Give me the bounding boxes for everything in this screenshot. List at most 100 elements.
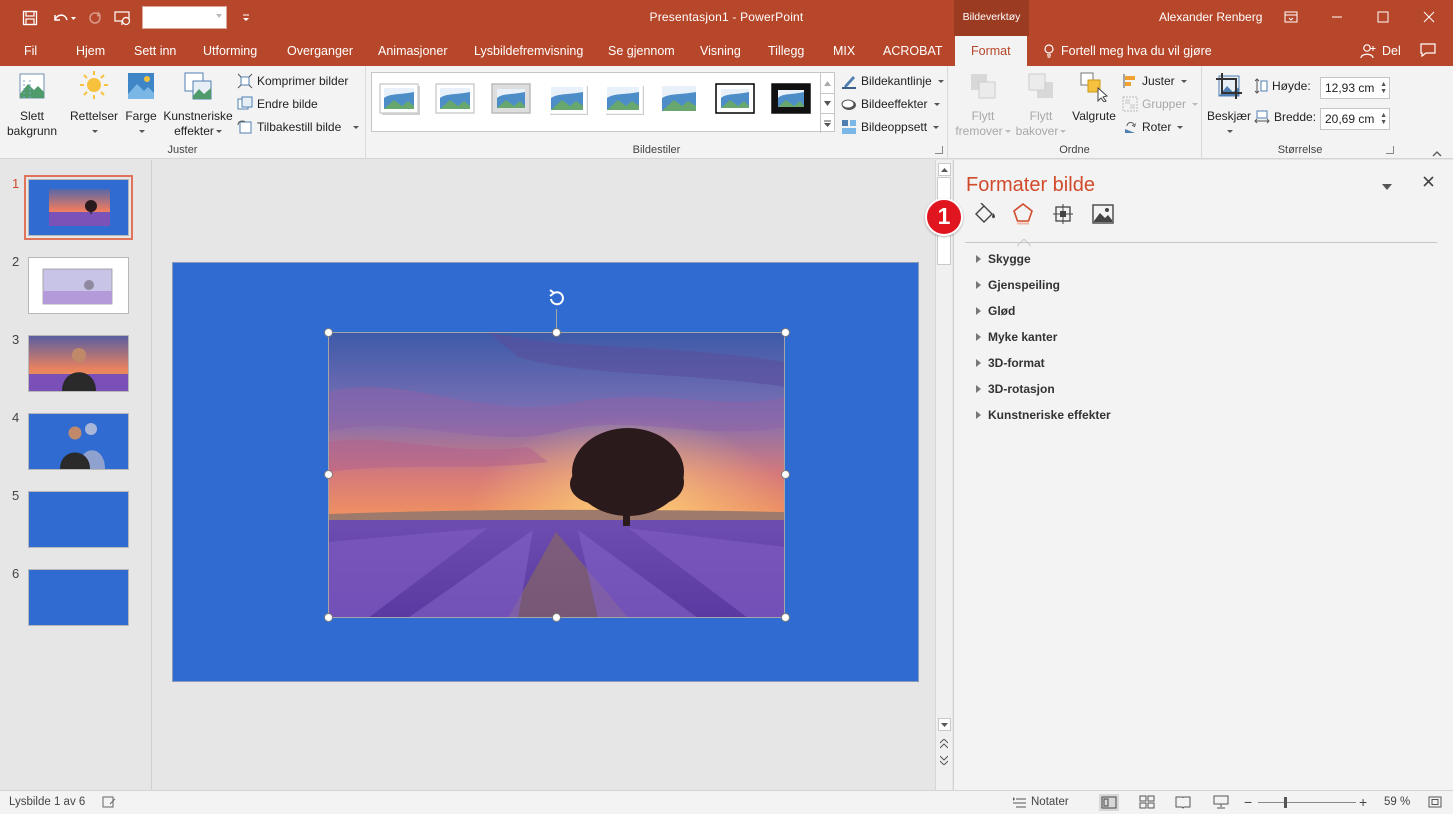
picture-style-reflected-rounded[interactable]	[547, 83, 589, 117]
pane-section[interactable]: 3D-rotasjon	[976, 382, 1055, 396]
quick-access-combobox[interactable]	[142, 6, 227, 29]
scroll-up-icon[interactable]	[938, 163, 951, 176]
reset-picture-button[interactable]: Tilbakestill bilde	[237, 119, 360, 135]
zoom-slider-thumb[interactable]	[1283, 797, 1287, 808]
resize-handle-top[interactable]	[552, 328, 561, 337]
maximize-icon[interactable]	[1360, 0, 1406, 33]
picture-style-double-frame-black[interactable]	[715, 83, 757, 117]
zoom-out-icon[interactable]: −	[1244, 794, 1252, 810]
gallery-down-icon[interactable]	[820, 93, 834, 113]
picture-styles-gallery[interactable]	[371, 72, 835, 133]
pane-section[interactable]: Kunstneriske effekter	[976, 408, 1111, 422]
resize-handle-bottom-left[interactable]	[324, 613, 333, 622]
zoom-slider[interactable]	[1258, 802, 1356, 803]
picture-tab-icon[interactable]	[1091, 202, 1115, 226]
save-icon[interactable]	[20, 8, 40, 28]
remove-background-button[interactable]: Slett bakgrunn	[4, 70, 60, 139]
tab-mix[interactable]: MIX	[833, 44, 855, 58]
slide-thumbnail-2[interactable]	[28, 257, 129, 314]
height-spinner-icon[interactable]: ▲ ▼	[1380, 81, 1387, 95]
size-properties-tab-icon[interactable]	[1051, 202, 1075, 226]
slide-thumbnail-1[interactable]	[24, 175, 133, 240]
previous-slide-icon[interactable]	[939, 738, 949, 752]
artistic-effects-button[interactable]: Kunstneriske effekter	[162, 70, 234, 139]
slide-sorter-view-icon[interactable]	[1139, 795, 1155, 809]
notes-button[interactable]: Notater	[1013, 796, 1069, 808]
resize-handle-bottom-right[interactable]	[781, 613, 790, 622]
start-from-beginning-icon[interactable]	[113, 8, 133, 28]
normal-view-icon[interactable]	[1099, 794, 1119, 811]
pane-section[interactable]: Glød	[976, 304, 1015, 318]
tab-acrobat[interactable]: ACROBAT	[883, 44, 943, 58]
corrections-button[interactable]: Rettelser	[66, 70, 122, 139]
slideshow-view-icon[interactable]	[1213, 795, 1229, 809]
ribbon-display-options-icon[interactable]	[1268, 0, 1314, 33]
selection-pane-button[interactable]: Valgrute	[1070, 70, 1118, 124]
pane-section[interactable]: 3D-format	[976, 356, 1045, 370]
user-name[interactable]: Alexander Renberg	[1159, 10, 1262, 24]
comment-icon[interactable]	[1419, 42, 1437, 61]
tab-view[interactable]: Visning	[700, 44, 741, 58]
spell-check-icon[interactable]	[102, 796, 116, 808]
picture-style-soft-edge-rectangle[interactable]	[659, 83, 701, 117]
slide-thumbnail-3[interactable]	[28, 335, 129, 392]
reading-view-icon[interactable]	[1175, 795, 1191, 809]
picture-style-reflected-bevel[interactable]	[603, 83, 645, 117]
pane-options-dropdown-icon[interactable]	[1382, 179, 1392, 193]
gallery-up-icon[interactable]	[820, 73, 834, 93]
collapse-ribbon-icon[interactable]	[1432, 146, 1442, 160]
tab-addins[interactable]: Tillegg	[768, 44, 804, 58]
tab-home[interactable]: Hjem	[76, 44, 105, 58]
picture-layout-button[interactable]: Bildeoppsett	[841, 119, 940, 135]
scroll-down-icon[interactable]	[938, 718, 951, 731]
resize-handle-bottom[interactable]	[552, 613, 561, 622]
tell-me-search[interactable]: Fortell meg hva du vil gjøre	[1043, 44, 1212, 58]
fill-line-tab-icon[interactable]	[972, 202, 996, 226]
rotate-button[interactable]: Roter	[1122, 119, 1184, 135]
align-button[interactable]: Juster	[1122, 73, 1187, 89]
minimize-icon[interactable]	[1314, 0, 1360, 33]
tab-design[interactable]: Utforming	[203, 44, 257, 58]
picture-style-thick-matte-black[interactable]	[771, 83, 813, 117]
tab-insert[interactable]: Sett inn	[134, 44, 176, 58]
slide-thumbnail-4[interactable]	[28, 413, 129, 470]
change-picture-button[interactable]: Endre bilde	[237, 96, 318, 112]
next-slide-icon[interactable]	[939, 754, 949, 768]
width-field[interactable]: 20,69 cm ▲ ▼	[1320, 108, 1390, 130]
color-button[interactable]: Farge	[120, 70, 162, 139]
rotate-handle-icon[interactable]	[546, 287, 568, 309]
gallery-more-icon[interactable]	[820, 113, 834, 133]
customize-quick-access-icon[interactable]	[236, 8, 256, 28]
picture-style-metal-frame[interactable]	[491, 83, 533, 117]
effects-tab-icon[interactable]	[1011, 202, 1035, 226]
compress-pictures-button[interactable]: Komprimer bilder	[237, 73, 348, 89]
tab-format[interactable]: Format	[955, 36, 1027, 66]
width-spinner-icon[interactable]: ▲ ▼	[1380, 112, 1387, 126]
slide-canvas[interactable]	[172, 262, 919, 682]
vertical-scrollbar[interactable]	[935, 160, 952, 790]
picture-style-beveled-matte-white[interactable]	[435, 83, 477, 117]
share-button[interactable]: Del	[1360, 43, 1401, 59]
tab-animations[interactable]: Animasjoner	[378, 44, 447, 58]
close-pane-icon[interactable]	[1423, 176, 1434, 190]
picture-border-button[interactable]: Bildekantlinje	[841, 73, 944, 89]
fit-slide-icon[interactable]	[1428, 796, 1442, 808]
resize-handle-right[interactable]	[781, 470, 790, 479]
slide-thumbnail-6[interactable]	[28, 569, 129, 626]
tab-slideshow[interactable]: Lysbildefremvisning	[474, 44, 583, 58]
resize-handle-left[interactable]	[324, 470, 333, 479]
picture-effects-button[interactable]: Bildeeffekter	[841, 96, 940, 112]
resize-handle-top-right[interactable]	[781, 328, 790, 337]
pane-section[interactable]: Skygge	[976, 252, 1031, 266]
zoom-level[interactable]: 59 %	[1384, 796, 1410, 808]
tab-review[interactable]: Se gjennom	[608, 44, 675, 58]
undo-icon[interactable]	[50, 8, 78, 28]
tab-file[interactable]: Fil	[24, 44, 37, 58]
close-window-icon[interactable]	[1406, 0, 1452, 33]
resize-handle-top-left[interactable]	[324, 328, 333, 337]
slide-thumbnail-5[interactable]	[28, 491, 129, 548]
size-launcher-icon[interactable]	[1386, 146, 1394, 154]
height-field[interactable]: 12,93 cm ▲ ▼	[1320, 77, 1390, 99]
picture-style-simple-frame-white[interactable]	[379, 83, 421, 117]
crop-button[interactable]: Beskjær	[1206, 70, 1252, 139]
